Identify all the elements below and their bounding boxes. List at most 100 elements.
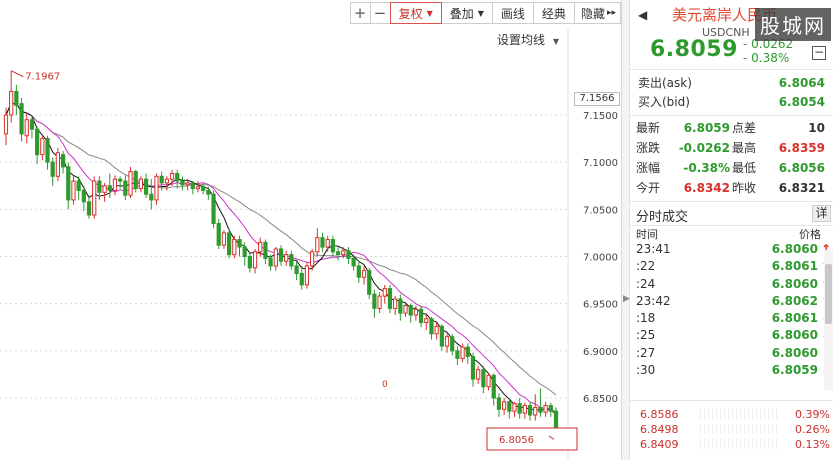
stat-label: 最新 [636,121,661,135]
candle-down [439,325,444,347]
tick-time: :24 [636,276,656,291]
quote-panel: ◀ 美元离岸人民币 USDCNH 6.8059 - 0.0262 - 0.38%… [630,0,833,460]
ticks-scrollbar[interactable] [824,250,833,390]
candle-down [211,193,216,224]
stats-table: 最新 6.8059 点差 10 涨跌 -0.0262 最高 6.8359 涨幅 -0.38% 最低 6… [630,116,833,202]
collapse-arrow-icon: ▶ [623,294,630,304]
tick-row: :186.8061↓ [630,310,833,327]
candle-up [112,178,118,191]
depth-bar [700,409,780,419]
candle-up [258,241,263,253]
candle-up [522,405,527,414]
candle-down [408,305,413,316]
stats-row: 涨幅 -0.38% 最低 6.8056 [636,158,825,178]
low-annotation: 6.8056 [499,435,534,446]
panel-collapse-handle[interactable]: ▶ [622,0,630,460]
ticks-columns: 时间 价格 [630,226,833,241]
y-tick-label: 6.9000 [583,347,618,358]
minimize-button[interactable]: − [812,46,826,60]
tick-price: 6.8061 [771,311,818,326]
tick-time: :30 [636,363,656,378]
quote-header: ◀ 美元离岸人民币 USDCNH 6.8059 - 0.0262 - 0.38%… [630,0,833,70]
overlay-button[interactable]: 叠加 ▼ [440,2,493,24]
tick-row: :27 6.8060 [630,345,833,362]
expand-icon: ▸▸ [606,8,616,18]
candle-up [486,374,491,388]
stat-value: 6.8059 [683,121,730,135]
fuquan-button[interactable]: 复权 ▼ [389,2,442,24]
candle-down [294,265,299,274]
candle-down [465,346,470,357]
candle-down [538,406,543,413]
chevron-down-icon: ▼ [426,8,433,18]
candle-down [299,272,304,286]
candle-down [216,222,221,246]
candle-down [97,180,102,193]
candle-down [527,405,533,416]
candle-up [444,336,450,347]
candlestick-chart[interactable]: 7.1500 7.1000 7.0500 7.0000 6.9500 6.9000 6.85… [0,0,622,460]
stat-value: 10 [808,121,825,135]
draw-line-button[interactable]: 画线 [491,2,534,24]
stat-label: 昨收 [732,181,757,195]
candle-down [76,180,81,191]
depth-price: 6.8586 [640,408,679,421]
tick-row: :256.8060↓ [630,327,833,344]
high-annotation: 7.1967 [25,72,60,83]
candle-down [149,193,154,201]
depth-list: 6.8586 0.39% 6.8498 0.26% 6.8409 0.13% [630,400,833,460]
ma-setting-label: 设置均线 [497,33,546,47]
y-tick-label: 7.1500 [583,111,618,122]
tick-row: 23:41 6.8060 ↑ [630,241,833,258]
kline-chart-area[interactable]: 7.1500 7.1000 7.0500 7.0000 6.9500 6.9000 6.85… [0,0,622,460]
candle-up [71,180,76,201]
candle-up [169,172,175,180]
back-arrow-icon[interactable]: ◀ [638,8,647,22]
candle-up [543,405,548,413]
tick-price: 6.8062 [771,293,818,308]
candle-up [154,175,159,201]
stat-value: 6.8056 [778,161,825,175]
tick-price: 6.8060 [771,345,818,360]
tick-price: 6.8060 [771,328,818,343]
tick-row: :226.8061↑ [630,258,833,275]
candle-down [19,103,24,135]
bid-row: 买入(bid) 6.8054 [638,93,825,112]
candle-down [418,308,424,324]
candle-up [361,270,367,278]
ticks-col-price: 价格 [799,228,821,241]
current-price-axis-label: 7.1566 [574,92,620,106]
candle-up [102,185,107,193]
candle-down [81,189,86,203]
zoom-out-button[interactable]: − [369,2,391,24]
candle-down [237,239,242,248]
candle-down [398,298,403,314]
candle-down [263,241,268,259]
hide-button[interactable]: 隐藏 ▸▸ [573,2,621,24]
candle-down [470,355,476,380]
depth-row: 6.8409 0.13% [630,437,833,452]
ma-setting-dropdown[interactable]: 设置均线 ▼ [497,31,559,48]
tick-price: 6.8060 [771,242,818,256]
classic-button[interactable]: 经典 [532,2,575,24]
scrollbar-thumb[interactable] [825,264,832,324]
tick-price: 6.8059 [771,363,818,378]
candle-down [180,180,185,186]
zoom-in-button[interactable]: + [349,2,371,24]
ticks-list: 23:416.8060↑:226.8061↑:246.8060↑23:426.8… [630,241,833,379]
candle-down [367,270,372,295]
candle-down [372,293,377,309]
ticks-header: 分时成交 详 [630,202,833,226]
candle-down [242,246,247,257]
stat-label: 涨幅 [636,161,661,175]
candle-up [9,90,14,116]
tick-time: :18 [636,311,656,326]
chevron-down-icon: ▼ [552,37,559,46]
fuquan-label: 复权 [398,6,423,21]
ticks-detail-button[interactable]: 详 [812,205,831,222]
y-tick-label: 7.0500 [583,205,618,216]
tick-time: :27 [636,345,656,360]
stat-value: -0.0262 [678,141,730,155]
tick-price: 6.8061 [771,259,818,274]
candle-down [356,265,361,278]
